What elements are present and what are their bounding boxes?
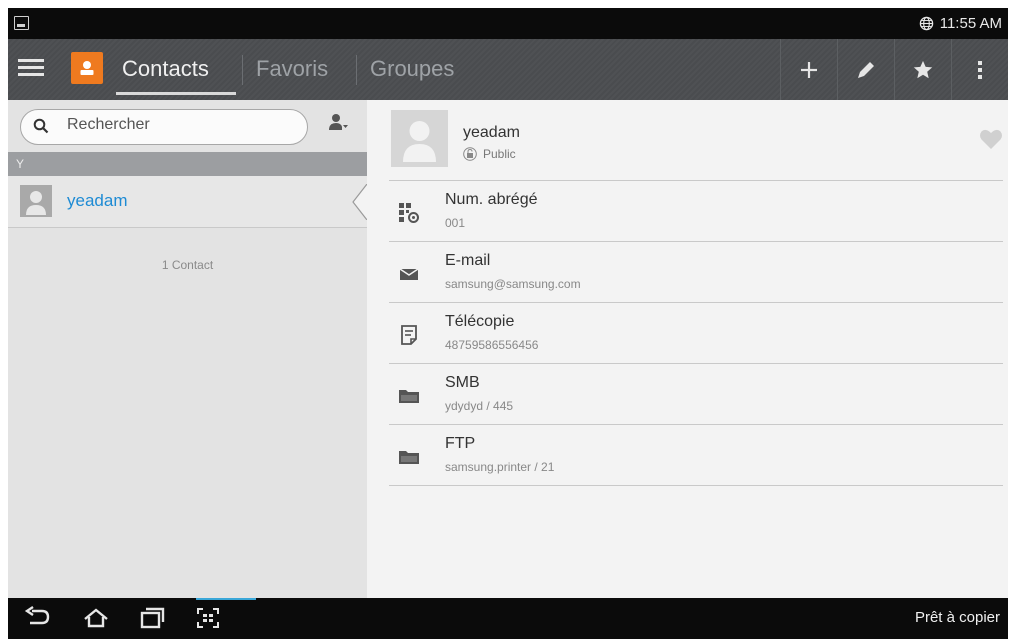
edit-button[interactable]	[837, 39, 894, 100]
email-icon	[399, 268, 419, 280]
contact-detail-pane: yeadam Public Num. abrégé 001 E-mail sam…	[367, 100, 1008, 598]
status-time: 11:55 AM	[939, 15, 1002, 32]
tab-contacts-label: Contacts	[122, 56, 209, 81]
email-field[interactable]: E-mail samsung@samsung.com	[389, 242, 1003, 302]
add-contact-icon[interactable]	[326, 110, 350, 134]
field-label: FTP	[445, 435, 476, 452]
smb-field[interactable]: SMB ydydyd / 445	[389, 364, 1003, 424]
screen-capture-icon[interactable]	[194, 606, 222, 630]
list-item[interactable]: yeadam	[8, 176, 367, 228]
search-icon	[33, 118, 49, 134]
field-value: ydydyd / 445	[445, 399, 514, 413]
overflow-menu-button[interactable]	[951, 39, 1008, 100]
fax-field[interactable]: Télécopie 48759586556456	[389, 303, 1003, 363]
speed-dial-icon	[399, 203, 419, 223]
tab-groupes[interactable]: Groupes	[370, 51, 454, 87]
plus-icon	[801, 61, 817, 78]
contact-name: yeadam	[67, 191, 128, 210]
contact-header: yeadam Public	[391, 110, 1003, 178]
action-bar-actions	[780, 39, 1008, 100]
chevron-left-icon	[352, 184, 367, 220]
avatar	[20, 185, 52, 217]
field-value: 001	[445, 216, 466, 230]
tab-groupes-label: Groupes	[370, 56, 455, 81]
home-icon[interactable]	[82, 606, 110, 630]
divider	[389, 485, 1003, 486]
privacy-label: Public	[483, 147, 516, 161]
recent-apps-icon[interactable]	[138, 606, 166, 630]
field-value: samsung@samsung.com	[445, 277, 581, 291]
device-screen: 11:55 AM Contacts Favoris Groupes Recher…	[8, 8, 1008, 639]
nav-highlight	[196, 598, 256, 600]
tab-contacts[interactable]: Contacts	[122, 51, 209, 87]
search-input[interactable]: Rechercher	[20, 109, 308, 145]
tab-favoris[interactable]: Favoris	[256, 51, 328, 87]
star-icon	[913, 60, 933, 78]
privacy-status: Public	[463, 147, 516, 161]
lock-icon	[463, 147, 477, 161]
status-bar-right: 11:55 AM	[919, 8, 1002, 39]
ftp-field[interactable]: FTP samsung.printer / 21	[389, 425, 1003, 485]
ftp-folder-icon	[399, 451, 419, 464]
hamburger-icon[interactable]	[18, 55, 44, 81]
contacts-app-icon	[71, 52, 103, 84]
heart-icon[interactable]	[979, 128, 1003, 150]
search-placeholder: Rechercher	[67, 116, 150, 133]
contact-detail-name: yeadam	[463, 124, 520, 141]
contact-list-pane: Rechercher Y yeadam 1 Contact	[8, 100, 367, 598]
speed-dial-field[interactable]: Num. abrégé 001	[389, 181, 1003, 241]
favorite-button[interactable]	[894, 39, 951, 100]
globe-icon	[919, 16, 933, 31]
contact-count: 1 Contact	[161, 258, 214, 272]
action-bar: Contacts Favoris Groupes	[8, 39, 1008, 100]
navigation-bar: Prêt à copier	[8, 598, 1008, 639]
section-letter: Y	[16, 157, 25, 171]
field-value: samsung.printer / 21	[445, 460, 555, 474]
pencil-icon	[858, 61, 874, 78]
back-icon[interactable]	[24, 606, 52, 630]
tab-divider	[356, 55, 357, 85]
image-notification-icon	[14, 16, 29, 30]
active-tab-indicator	[116, 92, 236, 95]
status-bar: 11:55 AM	[8, 8, 1008, 39]
tab-divider	[242, 55, 243, 85]
section-header: Y	[8, 152, 367, 176]
field-label: E-mail	[445, 252, 491, 269]
smb-folder-icon	[399, 390, 419, 403]
add-contact-button[interactable]	[780, 39, 837, 100]
tab-favoris-label: Favoris	[256, 56, 329, 81]
field-label: SMB	[445, 374, 480, 391]
avatar[interactable]	[391, 110, 448, 167]
field-label: Télécopie	[445, 313, 515, 330]
overflow-icon	[978, 60, 982, 79]
machine-status-text: Prêt à copier	[914, 609, 1000, 626]
field-value: 48759586556456	[445, 338, 539, 352]
fax-icon	[401, 325, 417, 345]
field-label: Num. abrégé	[445, 191, 538, 208]
